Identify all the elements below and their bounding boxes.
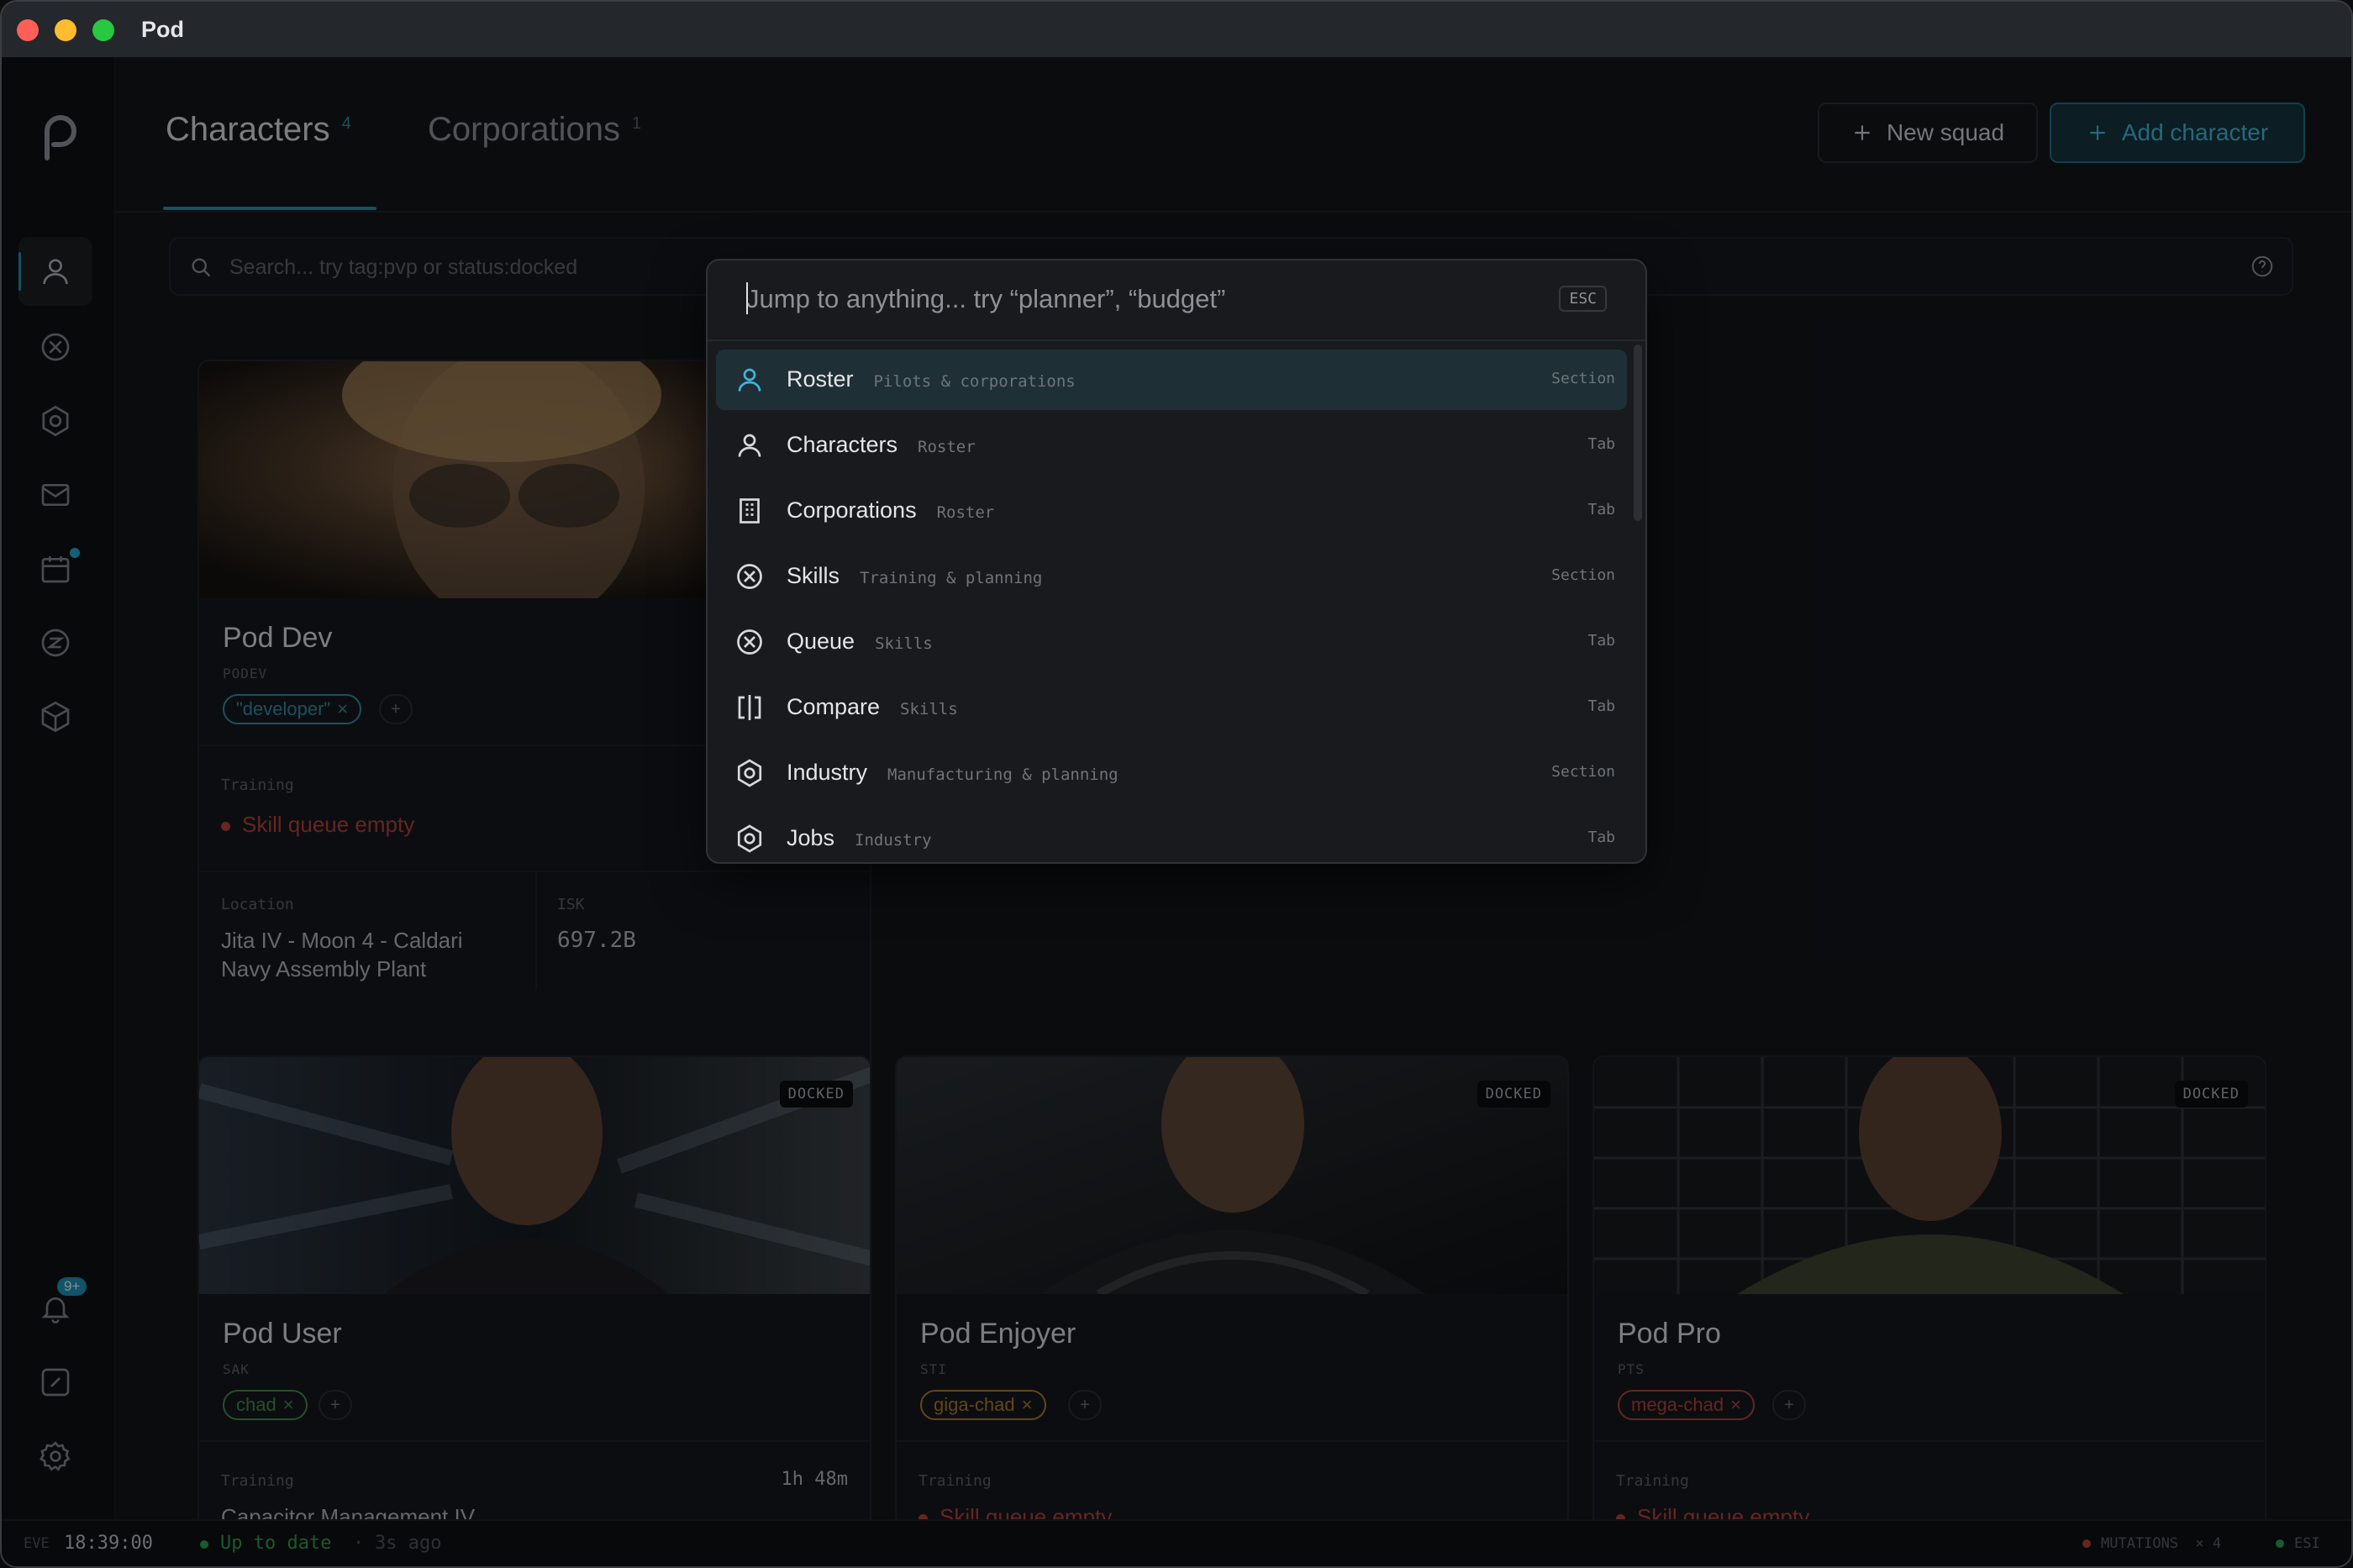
item-kind: Tab xyxy=(1587,829,1615,846)
item-title: Characters xyxy=(787,432,898,457)
item-subtitle: Skills xyxy=(900,700,958,718)
palette-search-input[interactable]: Jump to anything... try “planner”, “budg… xyxy=(746,284,1225,314)
palette-item-label: Skills Training & planning xyxy=(787,563,1042,589)
palette-item-label: Jobs Industry xyxy=(787,825,932,851)
palette-item-label: Roster Pilots & corporations xyxy=(787,366,1076,392)
item-kind: Section xyxy=(1551,370,1615,387)
item-title: Jobs xyxy=(787,825,835,850)
close-window-button[interactable] xyxy=(17,19,39,41)
item-kind: Section xyxy=(1551,566,1615,584)
palette-item-industry[interactable]: Industry Manufacturing & planning Section xyxy=(716,743,1627,803)
item-kind: Tab xyxy=(1587,435,1615,453)
palette-item-corporations[interactable]: Corporations Roster Tab xyxy=(716,481,1627,541)
palette-item-compare[interactable]: Compare Skills Tab xyxy=(716,677,1627,738)
command-palette: Jump to anything... try “planner”, “budg… xyxy=(706,259,1647,864)
esc-key-hint[interactable]: ESC xyxy=(1559,286,1607,312)
item-kind: Tab xyxy=(1587,697,1615,715)
compare-icon xyxy=(738,695,761,720)
zoom-window-button[interactable] xyxy=(92,19,114,41)
palette-item-label: Corporations Roster xyxy=(787,497,994,524)
item-title: Corporations xyxy=(787,497,917,523)
item-title: Industry xyxy=(787,760,868,785)
user-icon xyxy=(738,434,761,457)
text-caret xyxy=(746,282,748,314)
item-subtitle: Industry xyxy=(855,831,932,850)
item-title: Queue xyxy=(787,629,855,654)
item-kind: Tab xyxy=(1587,501,1615,518)
palette-item-label: Characters Roster xyxy=(787,432,976,458)
palette-item-roster[interactable]: Roster Pilots & corporations Section xyxy=(716,350,1627,410)
item-kind: Tab xyxy=(1587,632,1615,650)
window-title: Pod xyxy=(141,17,184,42)
item-title: Roster xyxy=(787,366,854,392)
item-title: Skills xyxy=(787,563,840,588)
minimize-window-button[interactable] xyxy=(55,19,76,41)
industry-icon xyxy=(737,824,762,853)
palette-item-skills[interactable]: Skills Training & planning Section xyxy=(716,546,1627,607)
palette-scrollbar[interactable] xyxy=(1634,345,1642,521)
item-subtitle: Roster xyxy=(936,503,995,522)
item-subtitle: Skills xyxy=(875,634,933,653)
item-title: Compare xyxy=(787,694,881,719)
palette-item-label: Industry Manufacturing & planning xyxy=(787,760,1119,786)
building-icon xyxy=(740,498,760,524)
industry-icon xyxy=(737,759,762,787)
user-icon xyxy=(738,368,761,392)
palette-item-characters[interactable]: Characters Roster Tab xyxy=(716,415,1627,476)
item-subtitle: Pilots & corporations xyxy=(873,372,1076,391)
palette-item-jobs[interactable]: Jobs Industry Tab xyxy=(716,808,1627,862)
palette-item-queue[interactable]: Queue Skills Tab xyxy=(716,612,1627,672)
item-subtitle: Training & planning xyxy=(860,569,1043,587)
title-bar: Pod xyxy=(2,2,2351,58)
palette-results: Roster Pilots & corporations Section Char… xyxy=(716,350,1627,862)
skills-icon xyxy=(737,564,762,589)
palette-item-label: Queue Skills xyxy=(787,629,933,655)
app-window: Pod 9+ Characters 4 Corporations 1 New s… xyxy=(0,0,2353,1568)
item-subtitle: Manufacturing & planning xyxy=(887,766,1119,784)
palette-search[interactable]: Jump to anything... try “planner”, “budg… xyxy=(708,260,1645,341)
skills-icon xyxy=(737,629,762,655)
palette-item-label: Compare Skills xyxy=(787,694,958,720)
item-subtitle: Roster xyxy=(918,438,976,456)
item-kind: Section xyxy=(1551,763,1615,781)
